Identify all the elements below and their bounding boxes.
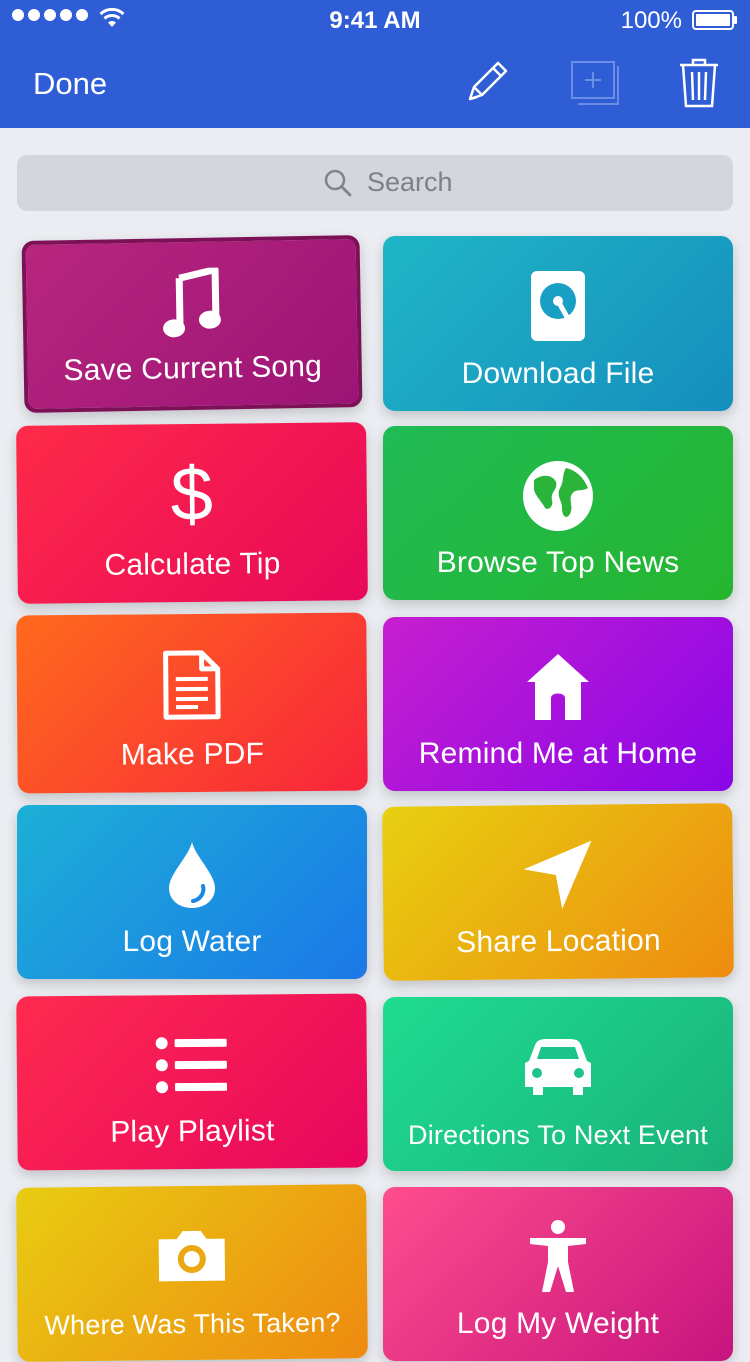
tile-label: Log Water bbox=[122, 925, 262, 958]
dollar-sign-icon: $ bbox=[170, 456, 213, 533]
workflow-make-pdf[interactable]: Make PDF bbox=[16, 612, 368, 794]
tile-label: Play Playlist bbox=[110, 1114, 275, 1149]
water-drop-icon bbox=[169, 842, 215, 908]
workflow-directions-to-next-event[interactable]: Directions To Next Event bbox=[383, 997, 733, 1171]
tile-label: Where Was This Taken? bbox=[44, 1307, 341, 1341]
hard-drive-icon bbox=[531, 271, 585, 341]
search-icon bbox=[324, 169, 352, 197]
workflow-play-playlist[interactable]: Play Playlist bbox=[16, 993, 368, 1171]
workflow-share-location[interactable]: Share Location bbox=[382, 803, 734, 981]
workflow-remind-me-at-home[interactable]: Remind Me at Home bbox=[383, 617, 733, 791]
workflow-calculate-tip[interactable]: $ Calculate Tip bbox=[16, 422, 368, 604]
tile-label: Download File bbox=[461, 357, 655, 390]
workflow-save-current-song[interactable]: Save Current Song bbox=[21, 235, 363, 413]
tile-label: Remind Me at Home bbox=[418, 737, 698, 770]
tile-label: Browse Top News bbox=[436, 546, 680, 579]
tile-label: Make PDF bbox=[120, 737, 265, 772]
workflow-browse-top-news[interactable]: Browse Top News bbox=[383, 426, 733, 600]
workflow-log-water[interactable]: Log Water bbox=[17, 805, 367, 979]
workflow-log-my-weight[interactable]: Log My Weight bbox=[383, 1187, 733, 1361]
tile-label: Calculate Tip bbox=[104, 547, 281, 582]
workflow-download-file[interactable]: Download File bbox=[383, 236, 733, 411]
camera-icon bbox=[158, 1230, 226, 1282]
workflow-where-was-this-taken[interactable]: Where Was This Taken? bbox=[16, 1184, 368, 1362]
tile-label: Share Location bbox=[456, 923, 661, 960]
battery-percentage: 100% bbox=[620, 7, 682, 34]
done-button[interactable]: Done bbox=[33, 66, 107, 102]
home-icon bbox=[527, 654, 589, 720]
search-placeholder: Search bbox=[367, 167, 453, 197]
search-field[interactable]: Search bbox=[17, 155, 733, 211]
tile-label: Save Current Song bbox=[63, 349, 323, 388]
globe-icon bbox=[523, 461, 593, 531]
person-icon bbox=[530, 1220, 586, 1292]
location-arrow-icon bbox=[523, 840, 592, 909]
battery-icon bbox=[692, 10, 737, 30]
list-icon bbox=[155, 1037, 228, 1094]
navigation-bar: 9:41 AM 100% Done bbox=[0, 0, 750, 128]
tile-label: Log My Weight bbox=[456, 1307, 660, 1340]
car-icon bbox=[525, 1039, 591, 1095]
music-note-icon bbox=[163, 267, 221, 338]
tile-label: Directions To Next Event bbox=[408, 1120, 708, 1150]
status-bar: 9:41 AM 100% bbox=[0, 0, 750, 40]
trash-icon[interactable] bbox=[678, 57, 720, 109]
svg-text:$: $ bbox=[170, 456, 213, 533]
document-icon bbox=[163, 650, 221, 720]
pencil-icon[interactable] bbox=[460, 57, 512, 109]
duplicate-icon[interactable] bbox=[570, 60, 620, 106]
